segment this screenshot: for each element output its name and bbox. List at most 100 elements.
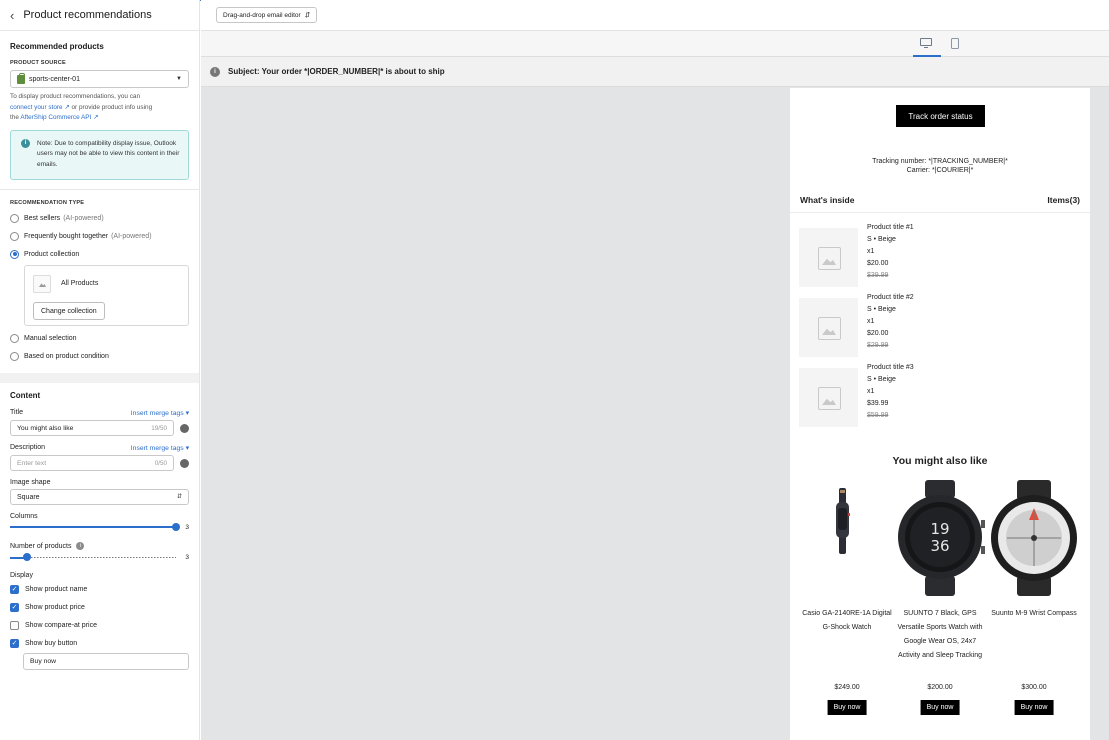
display-option-row[interactable]: ✓ Show buy button bbox=[10, 634, 189, 652]
mobile-icon[interactable] bbox=[948, 37, 962, 50]
columns-label-row: Columns bbox=[10, 513, 189, 520]
radio-product-condition[interactable]: Based on product condition bbox=[10, 347, 189, 365]
buy-now-button[interactable]: Buy now bbox=[920, 700, 960, 715]
order-item-details: Product title #1 S • Beige x1 $20.00 $39… bbox=[867, 222, 914, 282]
display-option-label: Show buy button bbox=[25, 639, 78, 647]
insert-merge-tags-link[interactable]: Insert merge tags ▾ bbox=[131, 444, 189, 452]
image-shape-value: Square bbox=[17, 493, 40, 501]
radio-button[interactable] bbox=[10, 213, 19, 223]
radio-button[interactable] bbox=[10, 231, 19, 241]
item-title: Product title #2 bbox=[867, 294, 914, 301]
buy-now-button[interactable]: Buy now bbox=[827, 700, 867, 715]
whats-inside-row: What's inside Items(3) bbox=[800, 195, 1080, 205]
description-placeholder: Enter text bbox=[17, 459, 47, 467]
image-placeholder-icon bbox=[799, 298, 858, 357]
change-collection-button[interactable]: Change collection bbox=[33, 302, 105, 320]
checkbox-checked-icon[interactable]: ✓ bbox=[10, 584, 19, 594]
num-products-slider[interactable]: 3 bbox=[10, 551, 189, 563]
aftership-api-link[interactable]: AfterShip Commerce API ↗ bbox=[20, 114, 98, 121]
editor-toolbar: Drag-and-drop email editor ⇵ bbox=[201, 0, 1109, 31]
buy-button-text-value: Buy now bbox=[30, 658, 57, 665]
radio-label: Frequently bought together bbox=[24, 232, 109, 240]
radio-manual-selection[interactable]: Manual selection bbox=[10, 329, 189, 347]
checkbox-icon[interactable] bbox=[10, 620, 19, 630]
watch-face-minutes: 36 bbox=[930, 537, 949, 555]
display-option-row[interactable]: ✓ Show product price bbox=[10, 598, 189, 616]
slider-track[interactable] bbox=[10, 523, 180, 531]
item-qty: x1 bbox=[867, 318, 875, 325]
radio-frequently-bought[interactable]: Frequently bought together (AI-powered) bbox=[10, 227, 189, 245]
item-price: $20.00 bbox=[867, 260, 889, 267]
checkbox-checked-icon[interactable]: ✓ bbox=[10, 602, 19, 612]
slider-thumb[interactable] bbox=[172, 523, 180, 531]
product-image[interactable] bbox=[802, 480, 892, 598]
product-name: Casio GA-2140RE-1A Digital G-Shock Watch bbox=[802, 610, 892, 631]
item-compare-price: $29.99 bbox=[867, 342, 889, 349]
title-field-label: Title Insert merge tags ▾ bbox=[10, 409, 189, 417]
product-image[interactable]: 19 36 bbox=[895, 480, 985, 598]
device-toggle-bar bbox=[201, 31, 1109, 57]
recommended-product: 19 36 SUUNTO 7 Black, GPS Versatile Spor… bbox=[895, 480, 985, 715]
whats-inside-heading: What's inside bbox=[800, 195, 855, 205]
buy-now-button[interactable]: Buy now bbox=[1014, 700, 1054, 715]
recommendations-title: You might also like bbox=[892, 455, 988, 467]
insert-merge-tags-link[interactable]: Insert merge tags ▾ bbox=[131, 409, 189, 417]
help-text: or provide product info using bbox=[69, 103, 153, 111]
casio-watch-image bbox=[836, 488, 850, 554]
product-source-value: sports-center-01 bbox=[29, 75, 80, 83]
radio-sublabel: (AI-powered) bbox=[111, 232, 152, 240]
radio-button[interactable] bbox=[10, 333, 19, 343]
buy-button-text-input[interactable]: Buy now bbox=[23, 653, 189, 670]
email-preview: Track order status Tracking number: *|TR… bbox=[790, 88, 1090, 740]
num-products-label-row: Number of products i bbox=[10, 542, 189, 550]
title-value: You might also like bbox=[17, 424, 74, 432]
recommended-product: Casio GA-2140RE-1A Digital G-Shock Watch… bbox=[802, 480, 892, 715]
subject-bar: i Subject: Your order *|ORDER_NUMBER|* i… bbox=[201, 57, 1109, 87]
image-shape-select[interactable]: Square ⇵ bbox=[10, 489, 189, 505]
editor-mode-select[interactable]: Drag-and-drop email editor ⇵ bbox=[216, 7, 318, 23]
track-order-button[interactable]: Track order status bbox=[896, 105, 985, 127]
slider-thumb[interactable] bbox=[22, 553, 31, 561]
item-compare-price: $59.99 bbox=[867, 412, 889, 419]
connect-store-link[interactable]: connect your store ↗ bbox=[10, 104, 70, 111]
radio-button-selected[interactable] bbox=[10, 249, 19, 259]
product-price: $249.00 bbox=[834, 684, 860, 691]
display-option-row[interactable]: ✓ Show product name bbox=[10, 580, 189, 598]
description-input[interactable]: Enter text 0/50 bbox=[10, 455, 174, 471]
slider-track[interactable] bbox=[10, 553, 176, 561]
image-shape-label: Image shape bbox=[10, 479, 51, 486]
display-option-row[interactable]: Show compare-at price bbox=[10, 616, 189, 634]
radio-best-sellers[interactable]: Best sellers (AI-powered) bbox=[10, 209, 189, 227]
info-icon: i bbox=[21, 138, 30, 148]
title-label: Title bbox=[10, 409, 23, 416]
display-label: Display bbox=[10, 572, 33, 579]
desktop-icon[interactable] bbox=[919, 37, 933, 50]
product-image[interactable] bbox=[989, 480, 1079, 598]
checkbox-checked-icon[interactable]: ✓ bbox=[10, 638, 19, 648]
description-input-row: Enter text 0/50 bbox=[10, 455, 189, 471]
image-placeholder-icon bbox=[799, 368, 858, 427]
emoji-icon[interactable] bbox=[180, 423, 189, 433]
title-input[interactable]: You might also like 19/50 bbox=[10, 420, 174, 436]
item-title: Product title #1 bbox=[867, 224, 914, 231]
info-icon[interactable]: i bbox=[76, 542, 85, 550]
display-option-label: Show product name bbox=[25, 585, 88, 593]
item-compare-price: $39.99 bbox=[867, 272, 889, 279]
item-variant: S • Beige bbox=[867, 376, 896, 383]
tracking-number: Tracking number: *|TRACKING_NUMBER|* bbox=[872, 158, 1008, 165]
char-counter: 0/50 bbox=[154, 459, 167, 467]
back-arrow-icon[interactable]: ‹ bbox=[10, 9, 14, 22]
char-counter: 19/50 bbox=[151, 424, 167, 432]
product-source-help: To display product recommendations, you … bbox=[10, 92, 189, 124]
help-text: the bbox=[10, 114, 21, 121]
radio-button[interactable] bbox=[10, 351, 19, 361]
columns-slider[interactable]: 3 bbox=[10, 521, 189, 533]
radio-product-collection[interactable]: Product collection bbox=[10, 245, 189, 263]
recommendation-type-label: RECOMMENDATION TYPE bbox=[10, 200, 85, 206]
watch-face-hours: 19 bbox=[930, 520, 949, 538]
radio-label: Product collection bbox=[24, 250, 80, 258]
emoji-icon[interactable] bbox=[180, 458, 189, 468]
product-source-select[interactable]: sports-center-01 ▼ bbox=[10, 70, 189, 88]
item-variant: S • Beige bbox=[867, 306, 896, 313]
collection-name: All Products bbox=[61, 280, 99, 287]
